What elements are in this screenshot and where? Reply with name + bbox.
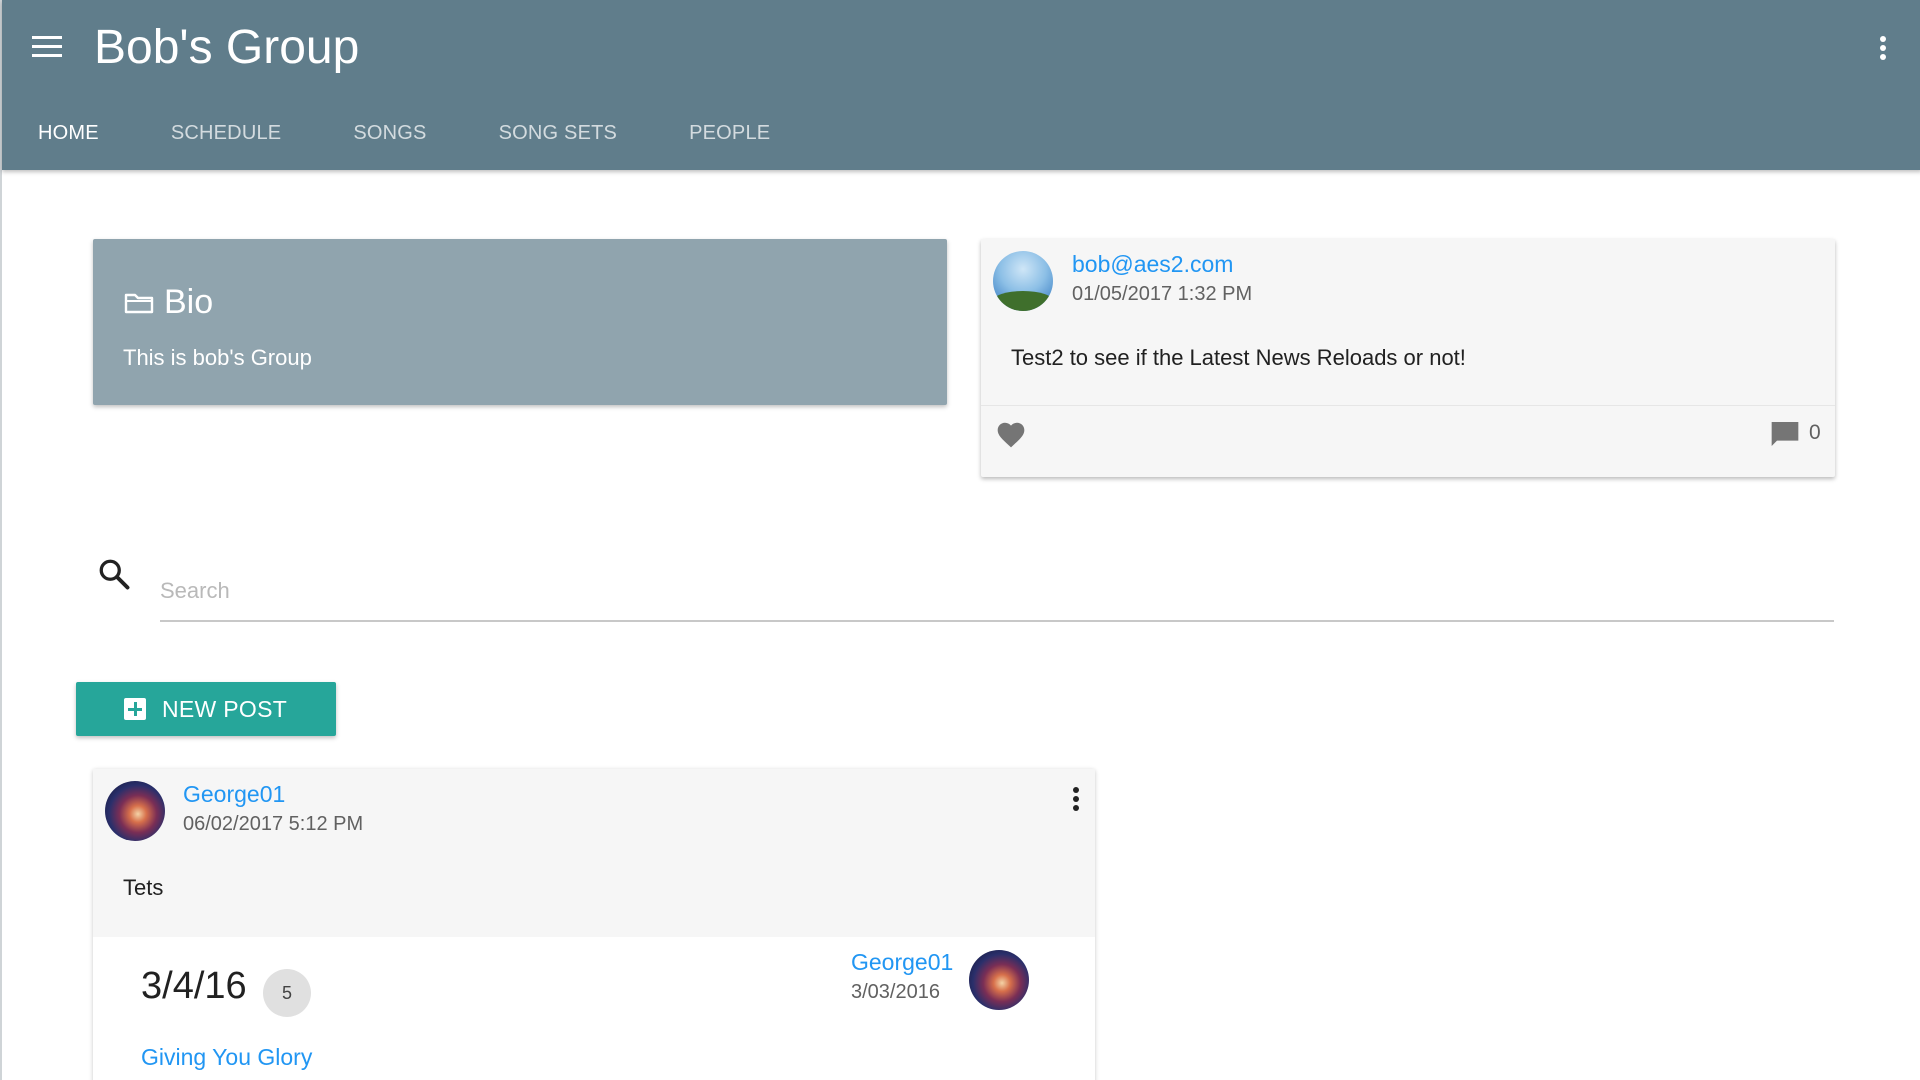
menu-icon[interactable]: [32, 36, 64, 66]
song-set-author-link[interactable]: George01: [851, 949, 953, 976]
comment-icon[interactable]: [1769, 419, 1801, 449]
tab-song-sets[interactable]: SONG SETS: [463, 110, 654, 170]
add-box-icon: [124, 698, 146, 720]
news-author-link[interactable]: bob@aes2.com: [1072, 251, 1233, 278]
song-link[interactable]: Giving You Glory: [141, 1044, 312, 1071]
tab-home[interactable]: HOME: [2, 110, 135, 170]
tab-songs[interactable]: SONGS: [317, 110, 462, 170]
post-author-link[interactable]: George01: [183, 781, 285, 808]
post-timestamp: 06/02/2017 5:12 PM: [183, 813, 364, 835]
group-title: Bob's Group: [94, 21, 360, 74]
news-timestamp: 01/05/2017 1:32 PM: [1072, 283, 1253, 305]
post-body: Tets: [123, 875, 164, 900]
latest-news-card: bob@aes2.com 01/05/2017 1:32 PM Test2 to…: [981, 239, 1835, 477]
search-input[interactable]: [160, 566, 1834, 622]
bio-text: This is bob's Group: [123, 345, 312, 370]
app-bar: Bob's Group HOME SCHEDULE SONGS SONG SET…: [2, 0, 1920, 170]
avatar[interactable]: [105, 781, 165, 841]
new-post-button[interactable]: NEW POST: [76, 682, 336, 736]
tab-schedule[interactable]: SCHEDULE: [135, 110, 318, 170]
post-header: George01 06/02/2017 5:12 PM Tets: [93, 769, 1095, 937]
folder-icon: [124, 292, 154, 314]
avatar[interactable]: [993, 251, 1053, 311]
app-page: Bob's Group HOME SCHEDULE SONGS SONG SET…: [0, 0, 1920, 1080]
new-post-label: NEW POST: [162, 695, 288, 722]
comment-count: 0: [1809, 421, 1821, 444]
avatar[interactable]: [969, 950, 1029, 1010]
more-options-icon[interactable]: [1878, 36, 1888, 66]
song-count-badge: 5: [263, 969, 311, 1017]
tab-people[interactable]: PEOPLE: [653, 110, 806, 170]
bio-title: Bio: [164, 283, 214, 321]
divider: [981, 405, 1835, 406]
song-set-title[interactable]: 3/4/16: [141, 965, 247, 1008]
news-body: Test2 to see if the Latest News Reloads …: [1011, 345, 1466, 370]
heart-icon[interactable]: [995, 419, 1027, 449]
search-icon[interactable]: [96, 556, 132, 592]
bio-header: Bio: [124, 283, 213, 322]
song-set-date: 3/03/2016: [851, 981, 940, 1003]
bio-card: Bio This is bob's Group: [93, 239, 947, 405]
post-more-options-icon[interactable]: [1071, 787, 1081, 817]
nav-tabs: HOME SCHEDULE SONGS SONG SETS PEOPLE: [2, 110, 806, 170]
post-card: George01 06/02/2017 5:12 PM Tets 3/4/16 …: [93, 769, 1095, 1080]
